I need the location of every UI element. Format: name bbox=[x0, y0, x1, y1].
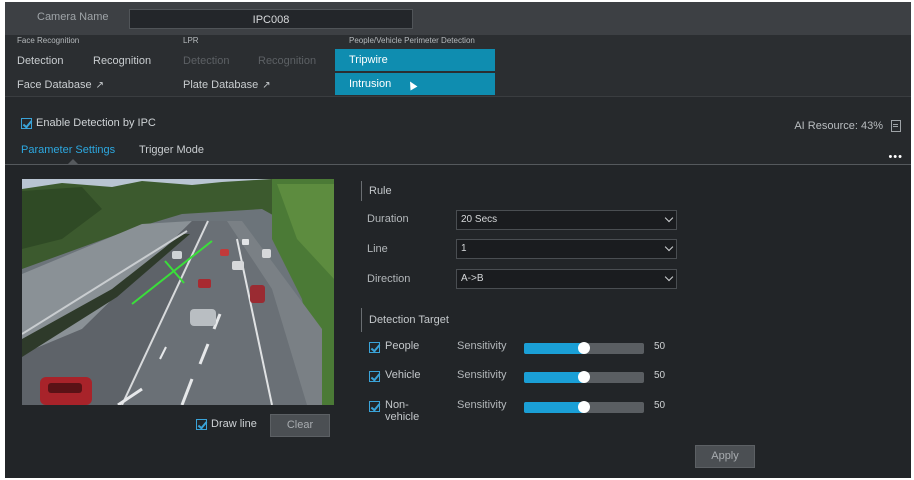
active-tab-caret bbox=[68, 159, 78, 164]
draw-line-row[interactable]: Draw line bbox=[196, 418, 257, 430]
intrusion-label: Intrusion bbox=[349, 78, 392, 90]
enable-checkbox[interactable] bbox=[21, 117, 32, 129]
people-checkbox[interactable] bbox=[369, 342, 380, 353]
plate-database-label: Plate Database bbox=[183, 79, 259, 91]
direction-select[interactable]: A->B bbox=[456, 269, 677, 289]
detection-target-title: Detection Target bbox=[369, 314, 449, 326]
direction-value: A->B bbox=[461, 273, 484, 284]
external-link-icon: ↗ bbox=[95, 80, 104, 91]
slider-fill bbox=[524, 372, 584, 383]
slider-handle[interactable] bbox=[578, 371, 590, 383]
vehicle-sensitivity-slider[interactable] bbox=[524, 371, 644, 383]
parameter-panel: Draw line Clear Rule Duration 20 Secs Li… bbox=[5, 165, 911, 478]
slider-handle[interactable] bbox=[578, 342, 590, 354]
camera-preview[interactable] bbox=[22, 179, 334, 405]
sensitivity-label: Sensitivity bbox=[457, 369, 507, 381]
face-database-item[interactable]: Face Database ↗ bbox=[17, 79, 104, 91]
line-select[interactable]: 1 bbox=[456, 239, 677, 259]
lpr-recognition-item[interactable]: Recognition bbox=[258, 55, 316, 67]
sensitivity-label: Sensitivity bbox=[457, 340, 507, 352]
duration-label: Duration bbox=[367, 213, 409, 225]
tripwire-item[interactable]: Tripwire bbox=[335, 49, 495, 71]
tab-parameter-settings[interactable]: Parameter Settings bbox=[21, 144, 115, 156]
sensitivity-value: 50 bbox=[654, 400, 666, 411]
target-section-marker bbox=[361, 308, 362, 332]
slider-fill bbox=[524, 343, 584, 354]
target-name: People bbox=[385, 340, 420, 352]
detection-menu: Face Recognition Detection Recognition F… bbox=[5, 35, 911, 97]
face-recognition-item[interactable]: Recognition bbox=[93, 55, 151, 67]
document-icon[interactable] bbox=[891, 120, 901, 133]
face-detection-item[interactable]: Detection bbox=[17, 55, 63, 67]
chevron-down-icon bbox=[664, 272, 674, 282]
camera-bar: Camera Name IPC008 bbox=[5, 2, 911, 35]
more-icon[interactable]: ••• bbox=[888, 151, 903, 163]
chevron-down-icon bbox=[664, 242, 674, 252]
line-label: Line bbox=[367, 243, 388, 255]
camera-name-label: Camera Name bbox=[37, 11, 109, 23]
direction-label: Direction bbox=[367, 273, 411, 285]
clear-button[interactable]: Clear bbox=[270, 414, 330, 437]
target-name: Non-vehicle bbox=[385, 399, 420, 423]
lpr-header: LPR bbox=[183, 36, 199, 45]
lpr-group: LPR Detection Recognition Plate Database… bbox=[183, 35, 333, 96]
non-vehicle-sensitivity-slider[interactable] bbox=[524, 401, 644, 413]
slider-fill bbox=[524, 402, 584, 413]
rule-title: Rule bbox=[369, 185, 392, 197]
enable-detection-row[interactable]: Enable Detection by IPC bbox=[21, 117, 156, 129]
draw-line-checkbox[interactable] bbox=[196, 418, 207, 430]
settings-tabs: Parameter Settings Trigger Mode bbox=[5, 142, 911, 165]
slider-handle[interactable] bbox=[578, 401, 590, 413]
face-recognition-group: Face Recognition Detection Recognition F… bbox=[17, 35, 177, 96]
ai-resource: AI Resource: 43% bbox=[794, 120, 901, 133]
camera-preview-image bbox=[22, 179, 334, 405]
target-name: Vehicle bbox=[385, 369, 421, 381]
people-sensitivity-slider[interactable] bbox=[524, 342, 644, 354]
ai-resource-text: AI Resource: 43% bbox=[794, 120, 883, 132]
draw-line-label: Draw line bbox=[211, 418, 257, 431]
duration-value: 20 Secs bbox=[461, 214, 498, 225]
mouse-cursor-icon bbox=[406, 79, 418, 91]
intrusion-item[interactable]: Intrusion bbox=[335, 73, 495, 95]
perimeter-group: People/Vehicle Perimeter Detection Tripw… bbox=[335, 35, 495, 96]
apply-button[interactable]: Apply bbox=[695, 445, 755, 468]
face-database-label: Face Database bbox=[17, 79, 92, 91]
tripwire-label: Tripwire bbox=[349, 54, 388, 66]
window: Camera Name IPC008 Face Recognition Dete… bbox=[5, 2, 911, 478]
rule-section-marker bbox=[361, 181, 362, 201]
sensitivity-label: Sensitivity bbox=[457, 399, 507, 411]
external-link-icon: ↗ bbox=[262, 80, 271, 91]
chevron-down-icon bbox=[664, 213, 674, 223]
line-value: 1 bbox=[461, 243, 467, 254]
vehicle-checkbox[interactable] bbox=[369, 371, 380, 382]
non-vehicle-checkbox[interactable] bbox=[369, 401, 380, 412]
face-recognition-header: Face Recognition bbox=[17, 36, 80, 45]
duration-select[interactable]: 20 Secs bbox=[456, 210, 677, 230]
lpr-detection-item[interactable]: Detection bbox=[183, 55, 229, 67]
camera-name-field[interactable]: IPC008 bbox=[129, 9, 413, 29]
plate-database-item[interactable]: Plate Database ↗ bbox=[183, 79, 271, 91]
sensitivity-value: 50 bbox=[654, 370, 666, 381]
enable-detection-label: Enable Detection by IPC bbox=[36, 117, 156, 130]
perimeter-header: People/Vehicle Perimeter Detection bbox=[349, 36, 475, 45]
sensitivity-value: 50 bbox=[654, 341, 666, 352]
tab-trigger-mode[interactable]: Trigger Mode bbox=[139, 144, 204, 156]
